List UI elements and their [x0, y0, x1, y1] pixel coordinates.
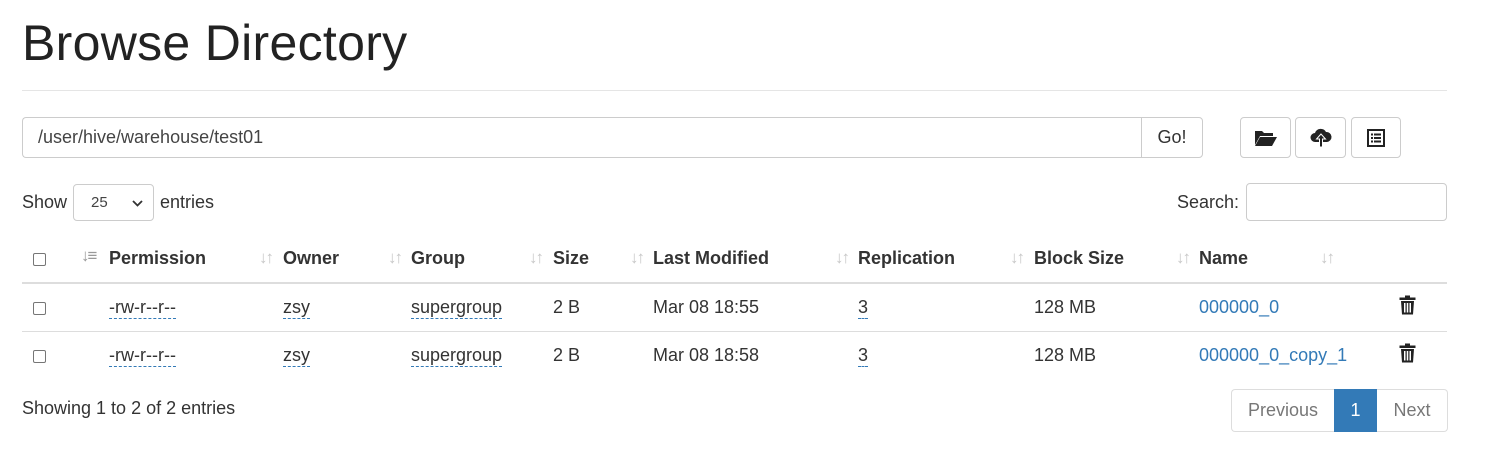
owner-value[interactable]: zsy: [283, 296, 310, 319]
sort-asc-icon: ↓≡: [81, 246, 97, 265]
group-value[interactable]: supergroup: [411, 296, 503, 319]
column-size-label: Size: [553, 248, 590, 268]
row-checkbox[interactable]: [33, 301, 46, 315]
create-directory-button[interactable]: [1240, 117, 1291, 158]
previous-page-button[interactable]: Previous: [1231, 389, 1334, 432]
page-title: Browse Directory: [22, 15, 408, 71]
search-control: Search:: [1177, 183, 1447, 221]
cut-paste-button[interactable]: [1351, 117, 1401, 158]
table-row: -rw-r--r-- zsy supergroup 2 B Mar 08 18:…: [22, 331, 1447, 379]
size-value: 2 B: [553, 344, 581, 365]
go-button[interactable]: Go!: [1141, 117, 1203, 158]
replication-value[interactable]: 3: [858, 344, 869, 367]
size-value: 2 B: [553, 283, 653, 332]
block-size-value: 128 MB: [1034, 283, 1199, 332]
page-1-button[interactable]: 1: [1334, 389, 1377, 432]
row-checkbox[interactable]: [33, 349, 46, 363]
entries-per-page-value: 25: [91, 193, 108, 211]
next-page-button[interactable]: Next: [1377, 389, 1448, 432]
owner-value[interactable]: zsy: [283, 344, 310, 367]
column-owner-label: Owner: [283, 248, 340, 268]
column-last-modified[interactable]: Last Modified ↓↑: [653, 235, 858, 284]
column-name[interactable]: Name ↓↑: [1199, 235, 1399, 284]
permission-value[interactable]: -rw-r--r--: [109, 296, 176, 319]
sort-icon: ↓↑: [259, 248, 274, 267]
chevron-down-icon: [132, 194, 143, 211]
table-info: Showing 1 to 2 of 2 entries: [22, 398, 236, 418]
file-name-link[interactable]: 000000_0: [1199, 297, 1279, 317]
column-group-label: Group: [411, 248, 465, 268]
sort-header[interactable]: ↓≡: [71, 235, 109, 284]
column-replication-label: Replication: [858, 248, 956, 268]
permission-value[interactable]: -rw-r--r--: [109, 344, 176, 367]
column-last-modified-label: Last Modified: [653, 248, 769, 268]
group-value[interactable]: supergroup: [411, 344, 503, 367]
title-divider: [22, 90, 1447, 91]
file-table: ↓≡ Permission ↓↑ Owner ↓↑ Group ↓↑ Size ↓↑ L…: [22, 235, 1447, 379]
last-modified-value: Mar 08 18:58: [653, 344, 760, 365]
column-permission[interactable]: Permission ↓↑: [109, 235, 283, 284]
sort-icon: ↓↑: [835, 248, 850, 267]
length-control: Show 25 entries: [22, 183, 214, 221]
entries-label: entries: [160, 191, 215, 212]
trash-icon[interactable]: [1399, 295, 1416, 320]
column-owner[interactable]: Owner ↓↑: [283, 235, 411, 284]
replication-value[interactable]: 3: [858, 296, 869, 319]
trash-icon[interactable]: [1399, 343, 1416, 368]
search-label: Search:: [1176, 191, 1239, 212]
select-all-checkbox[interactable]: [33, 252, 46, 266]
sort-icon: ↓↑: [1010, 248, 1025, 267]
file-name-link[interactable]: 000000_0_copy_1: [1199, 345, 1347, 365]
column-block-size-label: Block Size: [1034, 248, 1125, 268]
column-block-size[interactable]: Block Size ↓↑: [1034, 235, 1199, 284]
cloud-upload-icon: [1310, 128, 1332, 148]
column-permission-label: Permission: [109, 248, 207, 268]
block-size-value: 128 MB: [1034, 344, 1097, 365]
sort-icon: ↓↑: [1176, 248, 1191, 267]
sort-icon: ↓↑: [1320, 248, 1335, 267]
pagination: Previous 1 Next: [1231, 389, 1448, 432]
select-all-header: [22, 235, 71, 284]
last-modified-value: Mar 08 18:55: [653, 283, 858, 332]
table-row: -rw-r--r-- zsy supergroup 2 B Mar 08 18:…: [22, 283, 1447, 332]
column-size[interactable]: Size ↓↑: [553, 235, 653, 284]
search-input[interactable]: [1246, 183, 1447, 221]
path-bar: Go!: [22, 117, 1203, 158]
upload-button[interactable]: [1295, 117, 1346, 158]
column-replication[interactable]: Replication ↓↑: [858, 235, 1034, 284]
sort-icon: ↓↑: [388, 248, 403, 267]
entries-per-page-select[interactable]: 25: [73, 183, 155, 221]
column-group[interactable]: Group ↓↑: [411, 235, 553, 284]
sort-icon: ↓↑: [630, 248, 645, 267]
column-actions: [1399, 235, 1447, 284]
list-alt-icon: [1367, 128, 1385, 147]
table-header-row: ↓≡ Permission ↓↑ Owner ↓↑ Group ↓↑ Size ↓↑ L…: [22, 235, 1447, 284]
path-input[interactable]: [22, 117, 1141, 158]
column-name-label: Name: [1199, 248, 1249, 268]
show-label: Show: [22, 191, 68, 212]
sort-icon: ↓↑: [529, 248, 544, 267]
folder-open-icon: [1254, 128, 1278, 148]
